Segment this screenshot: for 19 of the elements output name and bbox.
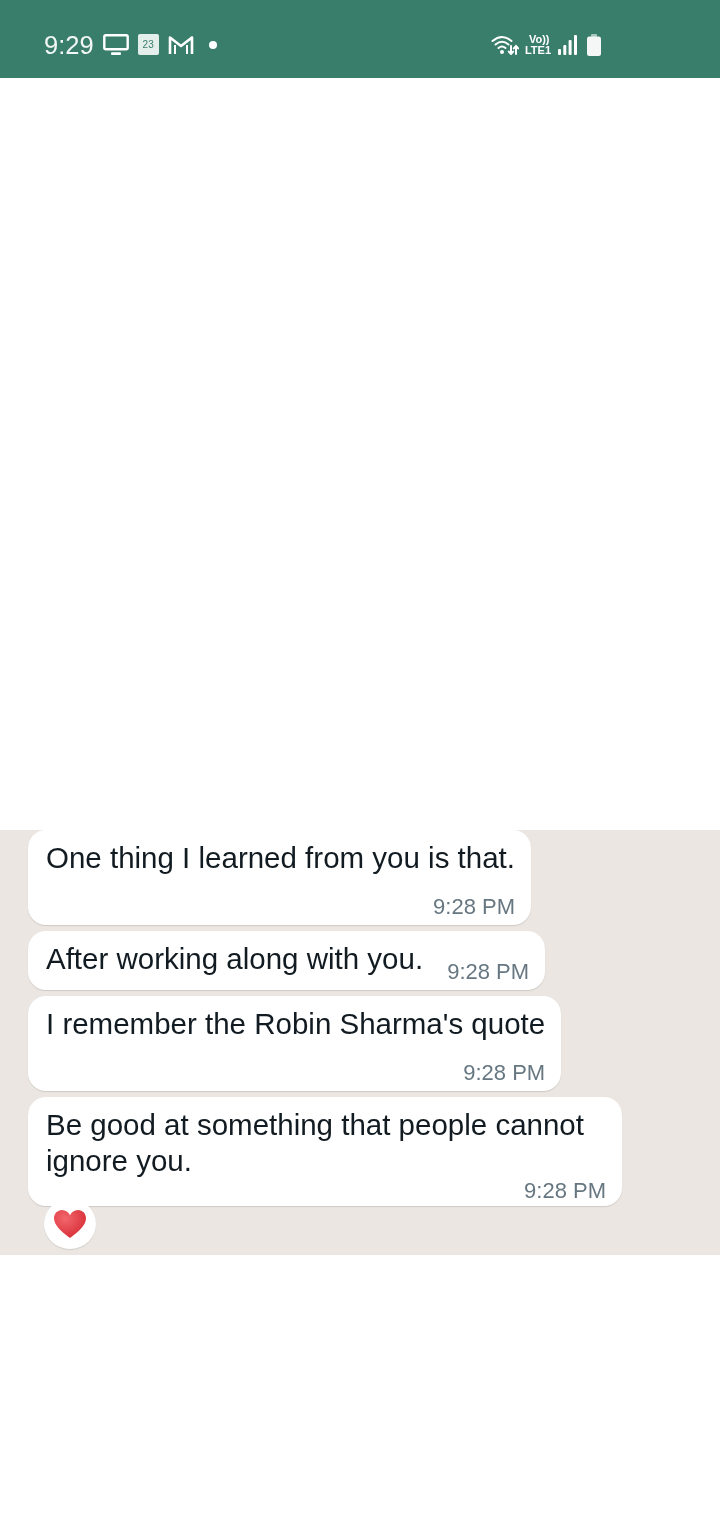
message-text: I remember the Robin Sharma's quote (46, 1007, 546, 1040)
message-text: Be good at something that people cannot ignore you. (46, 1108, 584, 1177)
message-time: 9:28 PM (463, 1059, 546, 1087)
mail-icon (167, 34, 194, 55)
battery-icon (587, 33, 601, 56)
message-text: After working along with you. (46, 942, 424, 975)
message-text: One thing I learned from you is that. (46, 841, 515, 874)
volte-label: Vo)) (527, 33, 550, 45)
heart-reaction-icon[interactable] (44, 1199, 96, 1249)
status-time: 9:29 (44, 29, 94, 60)
network-type-label: LTE1 (524, 44, 551, 56)
wifi-icon (490, 34, 519, 55)
monitor-icon (102, 34, 129, 55)
dot-icon (208, 40, 217, 49)
signal-icon (558, 34, 577, 55)
calendar-date: 23 (137, 34, 159, 55)
message-time: 9:28 PM (433, 893, 515, 921)
message-time: 9:28 PM (447, 958, 530, 986)
message-time: 9:28 PM (524, 1178, 606, 1204)
